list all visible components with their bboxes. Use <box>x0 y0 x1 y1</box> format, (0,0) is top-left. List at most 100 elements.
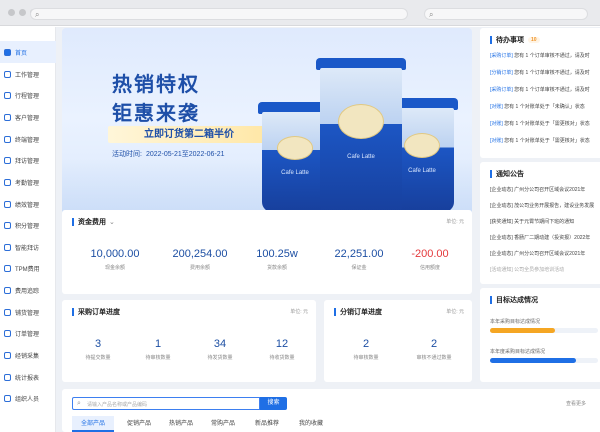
sidebar-item-label: 订单管理 <box>15 331 40 338</box>
todo-tag: [分销订单] <box>490 70 513 76</box>
sidebar-item-label: 积分管理 <box>15 223 40 230</box>
sidebar-item-distribution[interactable]: 铺货管理 <box>0 301 56 323</box>
product-cup-center: Cafe Latte <box>316 58 406 216</box>
sidebar-item-attendance[interactable]: 考勤管理 <box>0 171 56 193</box>
banner-date: 活动时间: 2022-05-21至2022-06-21 <box>112 149 225 159</box>
tab-frequent-products[interactable]: 常购产品 <box>204 416 242 432</box>
todo-item[interactable]: [对账] 您有 1 个对账单处于「需更核对」状态 <box>490 137 590 144</box>
cup-label <box>338 103 384 140</box>
distribution-metric-rejected[interactable]: 2 审核不通过数量 <box>402 338 466 361</box>
notice-item[interactable]: [企业动态] 香肠厂二期动建（投资报）2022年 <box>490 234 590 241</box>
sidebar-item-smart-visit[interactable]: 智能拜访 <box>0 236 56 258</box>
sidebar-item-label: 绩效管理 <box>15 202 40 209</box>
sidebar-item-order[interactable]: 订单管理 <box>0 322 56 344</box>
todo-item[interactable]: [采购订单] 您有 1 个订单审核不通过，请及时 <box>490 52 590 59</box>
address-bar[interactable]: ⌕ <box>30 8 408 20</box>
todo-text: 您有 1 个订单审核不通过，请及时 <box>514 53 590 59</box>
notice-item[interactable]: [活动通知] 公司全员参加培训活动 <box>490 266 564 273</box>
purchase-metric-review[interactable]: 1 待审核数量 <box>130 338 186 361</box>
search-icon: ⌕ <box>77 400 81 407</box>
todo-item[interactable]: [采购订单] 您有 1 个订单审核不通过，请及时 <box>490 86 590 93</box>
home-icon <box>4 48 11 56</box>
report-icon <box>4 373 11 381</box>
sidebar-item-label: 费用追踪 <box>15 288 40 295</box>
purchase-metric-submit[interactable]: 3 待提交数量 <box>70 338 126 361</box>
sidebar-item-home[interactable]: 首页 <box>0 41 56 63</box>
sidebar-item-terminal[interactable]: 终端管理 <box>0 128 56 150</box>
sidebar-item-route[interactable]: 行程管理 <box>0 84 56 106</box>
distribution-unit: 单位: 元 <box>446 309 464 315</box>
sidebar-item-dealer[interactable]: 经销采集 <box>0 344 56 366</box>
distribution-order-panel: 分销订单进度 单位: 元 2 待审核数量 2 审核不通过数量 <box>324 300 472 382</box>
goal-progress-fill <box>490 328 555 333</box>
funds-metric-cash: 10,000.00 现金余额 <box>80 248 150 271</box>
banner-title-line1: 热销特权 <box>112 74 200 96</box>
tab-hot-products[interactable]: 热销产品 <box>162 416 200 432</box>
goal-progress-track <box>490 358 598 363</box>
tab-promo-products[interactable]: 促销产品 <box>120 416 158 432</box>
notice-item[interactable]: [企业动态] 茂公司业务开展报告，建设业务发展 <box>490 202 594 209</box>
notice-item[interactable]: [企业动态] 广州分公司召开区域会议2021年 <box>490 250 585 257</box>
purchase-metric-ship[interactable]: 34 待发货数量 <box>192 338 248 361</box>
sidebar-item-label: 智能拜访 <box>15 245 40 252</box>
sidebar-item-label: 行程管理 <box>15 93 40 100</box>
sidebar-item-label: 经销采集 <box>15 353 40 360</box>
todo-text: 您有 1 个对账单处于「未确认」状态 <box>504 104 585 110</box>
chevron-down-icon[interactable]: ⌄ <box>109 218 115 226</box>
sidebar-item-label: 拜访管理 <box>15 158 40 165</box>
goal-label: 本年度采购目标达成情况 <box>490 349 546 355</box>
purchase-unit: 单位: 元 <box>290 309 308 315</box>
distribution-metric-review[interactable]: 2 待审核数量 <box>338 338 394 361</box>
sidebar-item-points[interactable]: 积分管理 <box>0 214 56 236</box>
goal-progress-track <box>490 328 598 333</box>
customer-icon <box>4 113 11 121</box>
notice-item[interactable]: [获奖通知] 关于元霄节期间下班的通知 <box>490 218 574 225</box>
notice-item[interactable]: [企业动态] 广州分公司召开区域会议2021年 <box>490 186 585 193</box>
sidebar: 首页 工作管理 行程管理 客户管理 终端管理 拜访管理 考勤管理 绩效管理 积分… <box>0 27 56 432</box>
tab-all-products[interactable]: 全部产品 <box>72 416 114 432</box>
visit-icon <box>4 156 11 164</box>
banner-date-prefix: 活动时间: <box>112 151 142 158</box>
sidebar-item-label: 工作管理 <box>15 72 40 79</box>
banner-date-range: 2022-05-21至2022-06-21 <box>145 151 225 158</box>
todo-item[interactable]: [对账] 您有 1 个对账单处于「未确认」状态 <box>490 103 585 110</box>
promo-banner[interactable]: 热销特权 钜惠来袭 立即订货第二箱半价 活动时间: 2022-05-21至2022… <box>62 28 472 230</box>
sidebar-item-cost-track[interactable]: 费用追踪 <box>0 279 56 301</box>
title-accent-bar <box>72 218 74 226</box>
view-more-link[interactable]: 查看更多 <box>566 400 586 407</box>
notice-title: 通知公告 <box>490 169 524 179</box>
sidebar-item-work[interactable]: 工作管理 <box>0 63 56 85</box>
metric-label: 现金余额 <box>104 265 125 271</box>
todo-item[interactable]: [分销订单] 您有 1 个订单审核不通过，请及时 <box>490 69 590 76</box>
title-accent-bar <box>334 308 336 316</box>
minimize-window-dot[interactable] <box>19 9 26 16</box>
metric-value: 200,254.00 <box>172 248 228 260</box>
sidebar-item-report[interactable]: 统计报表 <box>0 366 56 388</box>
terminal-icon <box>4 135 11 143</box>
sidebar-item-org[interactable]: 组织人员 <box>0 387 56 409</box>
product-search-input[interactable]: ⌕ 请输入产品名称或产品编码 <box>72 397 260 410</box>
sidebar-item-tpm[interactable]: TPM费用 <box>0 257 56 279</box>
browser-chrome: ⌕ ⌕ <box>0 0 600 26</box>
search-button[interactable]: 搜索 <box>260 397 287 410</box>
todo-title: 待办事项 10 <box>490 35 540 45</box>
metric-label: 信用额度 <box>419 265 440 271</box>
app-area: 首页 工作管理 行程管理 客户管理 终端管理 拜访管理 考勤管理 绩效管理 积分… <box>0 27 600 432</box>
tpm-icon <box>4 264 11 272</box>
work-icon <box>4 70 11 78</box>
metric-label: 审核不通过数量 <box>416 355 452 361</box>
sidebar-item-visit[interactable]: 拜访管理 <box>0 149 56 171</box>
todo-panel: 待办事项 10 [采购订单] 您有 1 个订单审核不通过，请及时 [分销订单] 您… <box>480 28 600 158</box>
close-window-dot[interactable] <box>8 9 15 16</box>
tab-favorites[interactable]: 我的收藏 <box>292 416 330 432</box>
metric-value: 2 <box>362 338 370 350</box>
cup-brand: Cafe Latte <box>281 170 309 176</box>
browser-search-bar[interactable]: ⌕ <box>424 8 588 20</box>
purchase-title-text: 采购订单进度 <box>78 309 120 316</box>
purchase-metric-receive[interactable]: 12 待收货数量 <box>254 338 310 361</box>
distribution-icon <box>4 308 11 316</box>
todo-item[interactable]: [对账] 您有 1 个对账单处于「需更核对」状态 <box>490 120 590 127</box>
sidebar-item-customer[interactable]: 客户管理 <box>0 106 56 128</box>
sidebar-item-performance[interactable]: 绩效管理 <box>0 193 56 215</box>
tab-new-products[interactable]: 新品推荐 <box>248 416 286 432</box>
